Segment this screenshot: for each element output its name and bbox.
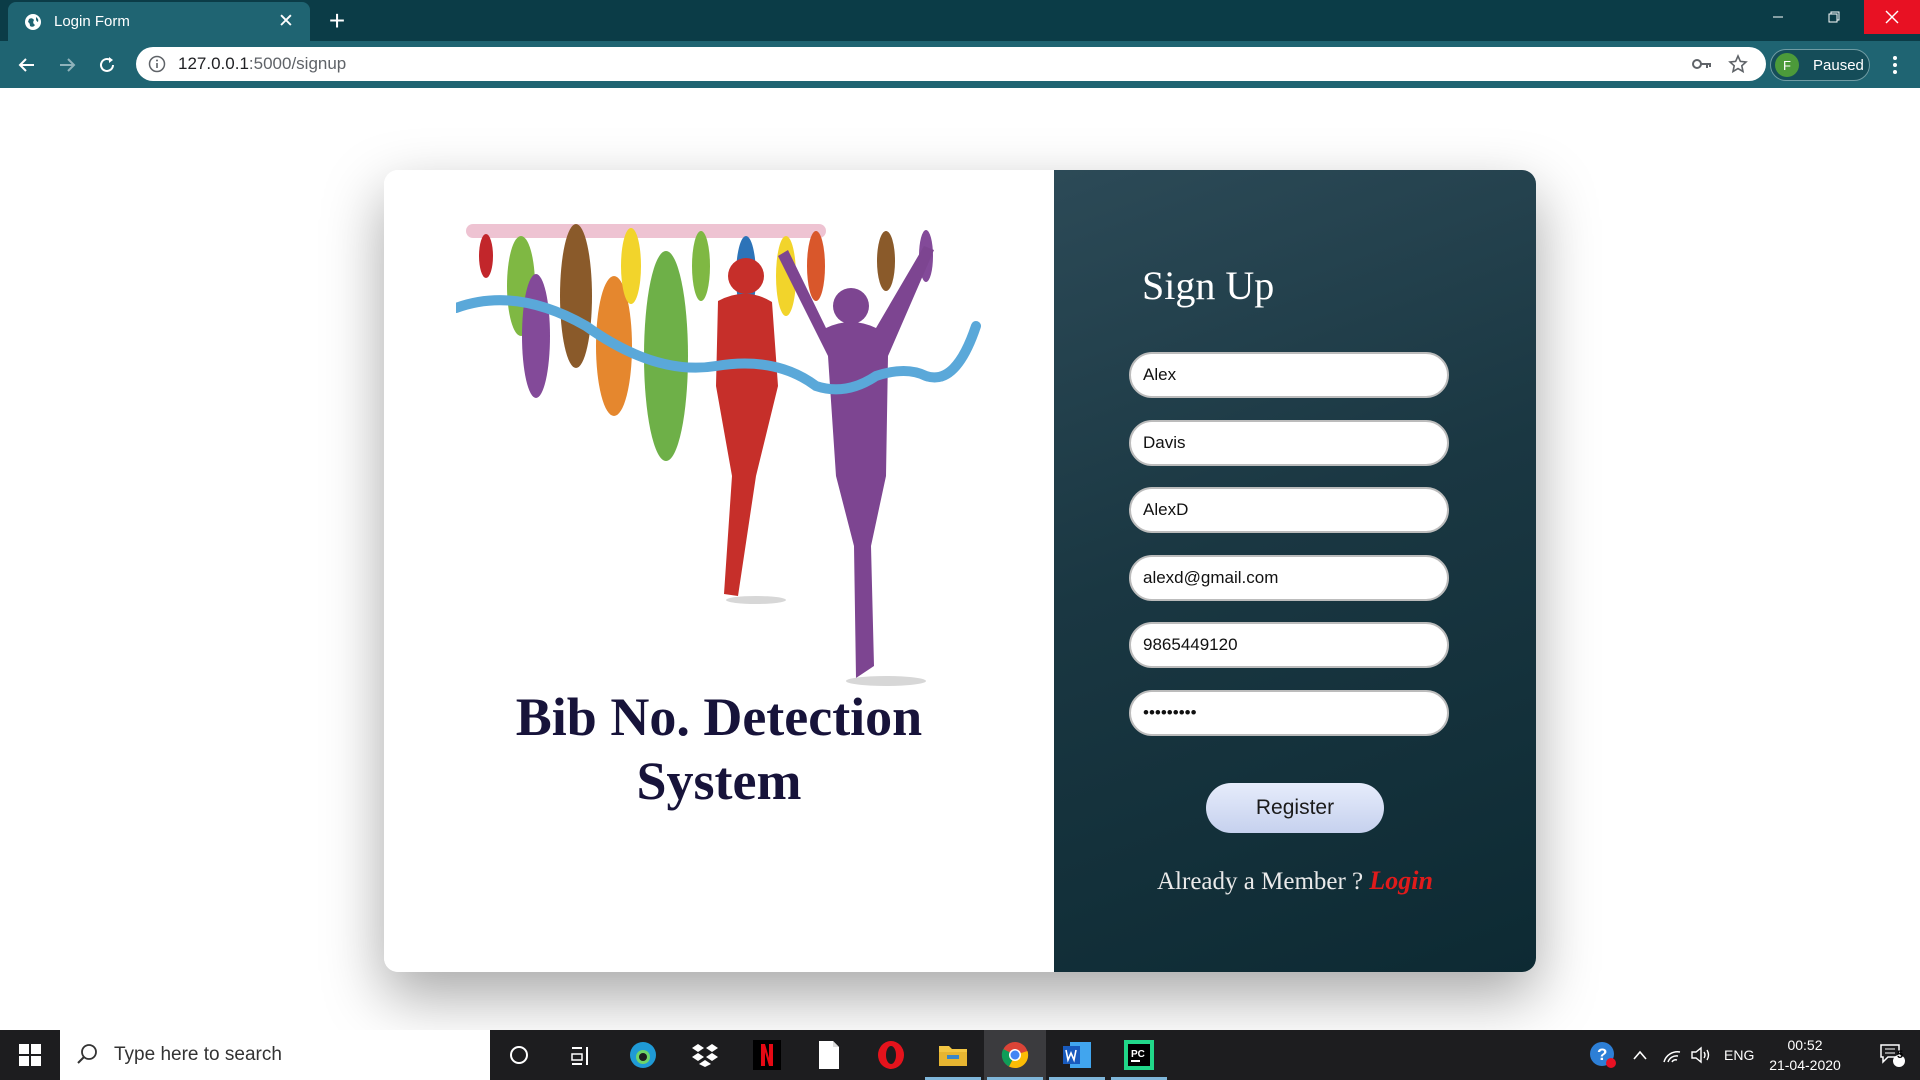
minimize-button[interactable] — [1750, 0, 1806, 34]
reload-icon[interactable] — [90, 48, 124, 82]
phone-field[interactable] — [1129, 622, 1449, 668]
word-icon[interactable] — [1046, 1030, 1108, 1080]
new-tab-button[interactable]: + — [322, 5, 352, 36]
browser-toolbar: 127.0.0.1:5000/signup F Paused — [0, 41, 1920, 88]
close-tab-icon[interactable]: ✕ — [274, 10, 298, 34]
star-icon[interactable] — [1720, 52, 1756, 76]
red-runner — [716, 258, 778, 596]
help-icon[interactable]: ? — [1588, 1030, 1618, 1080]
back-arrow-icon[interactable] — [10, 48, 44, 82]
restore-button[interactable] — [1806, 0, 1862, 34]
notification-count: 5 — [1897, 1049, 1904, 1061]
language-indicator[interactable]: ENG — [1724, 1030, 1754, 1080]
volume-icon[interactable] — [1690, 1030, 1712, 1080]
svg-text:PC: PC — [1131, 1049, 1145, 1060]
brand-panel: Bib No. Detection System — [384, 170, 1054, 972]
url-host: 127.0.0.1 — [178, 54, 249, 73]
wifi-icon[interactable] — [1662, 1030, 1682, 1080]
email-field[interactable] — [1129, 555, 1449, 601]
search-icon — [76, 1043, 100, 1067]
notes-icon[interactable] — [798, 1030, 860, 1080]
member-text: Already a Member ? — [1157, 868, 1370, 895]
login-link[interactable]: Login — [1369, 866, 1433, 895]
pycharm-icon[interactable]: PC — [1108, 1030, 1170, 1080]
cortana-icon[interactable] — [488, 1030, 550, 1080]
forward-arrow-icon[interactable] — [50, 48, 84, 82]
tab-title: Login Form — [54, 13, 130, 30]
last-name-field[interactable] — [1129, 420, 1449, 466]
file-explorer-icon[interactable] — [922, 1030, 984, 1080]
chrome-icon[interactable] — [984, 1030, 1046, 1080]
taskbar-search[interactable]: Type here to search — [60, 1030, 490, 1080]
system-clock[interactable]: 00:52 21-04-2020 — [1760, 1035, 1850, 1075]
edge-icon[interactable] — [612, 1030, 674, 1080]
browser-tab-strip: Login Form ✕ + — [0, 0, 1920, 41]
close-window-button[interactable] — [1864, 0, 1920, 34]
opera-icon[interactable] — [860, 1030, 922, 1080]
globe-icon — [24, 13, 42, 31]
taskbar: Type here to search PC ? ENG 00:52 21-04… — [0, 1030, 1920, 1080]
search-placeholder: Type here to search — [114, 1044, 282, 1065]
member-prompt: Already a Member ? Login — [1054, 866, 1536, 896]
dropbox-icon[interactable] — [674, 1030, 736, 1080]
menu-dots-icon[interactable] — [1878, 48, 1912, 82]
register-button[interactable]: Register — [1206, 783, 1384, 833]
signup-card: Bib No. Detection System Sign Up Registe… — [384, 170, 1536, 972]
username-field[interactable] — [1129, 487, 1449, 533]
notification-icon[interactable]: 5 — [1864, 1030, 1920, 1080]
brand-title-line2: System — [636, 751, 802, 811]
avatar: F — [1775, 53, 1799, 77]
first-name-field[interactable] — [1129, 352, 1449, 398]
svg-text:?: ? — [1597, 1045, 1607, 1064]
chevron-up-icon[interactable] — [1632, 1030, 1648, 1080]
profile-status: Paused — [1813, 56, 1864, 74]
url-text[interactable]: 127.0.0.1:5000/signup — [178, 54, 1684, 74]
signup-panel: Sign Up Register Already a Member ? Logi… — [1054, 170, 1536, 972]
browser-tab[interactable]: Login Form ✕ — [8, 2, 310, 41]
brand-title-line1: Bib No. Detection — [515, 687, 923, 747]
netflix-icon[interactable] — [736, 1030, 798, 1080]
task-view-icon[interactable] — [550, 1030, 612, 1080]
signup-title: Sign Up — [1142, 263, 1275, 308]
profile-button[interactable]: F Paused — [1770, 49, 1870, 81]
url-path: :5000/signup — [248, 54, 347, 73]
info-icon[interactable] — [148, 55, 166, 73]
runners-illustration — [456, 224, 981, 686]
brand-title: Bib No. Detection System — [384, 685, 1054, 813]
purple-runner — [778, 246, 934, 678]
clock-time: 00:52 — [1787, 1037, 1823, 1053]
clock-date: 21-04-2020 — [1769, 1057, 1841, 1073]
key-icon[interactable] — [1684, 52, 1720, 76]
password-field[interactable] — [1129, 690, 1449, 736]
address-bar[interactable]: 127.0.0.1:5000/signup — [136, 47, 1766, 81]
windows-start-icon[interactable] — [0, 1030, 60, 1080]
